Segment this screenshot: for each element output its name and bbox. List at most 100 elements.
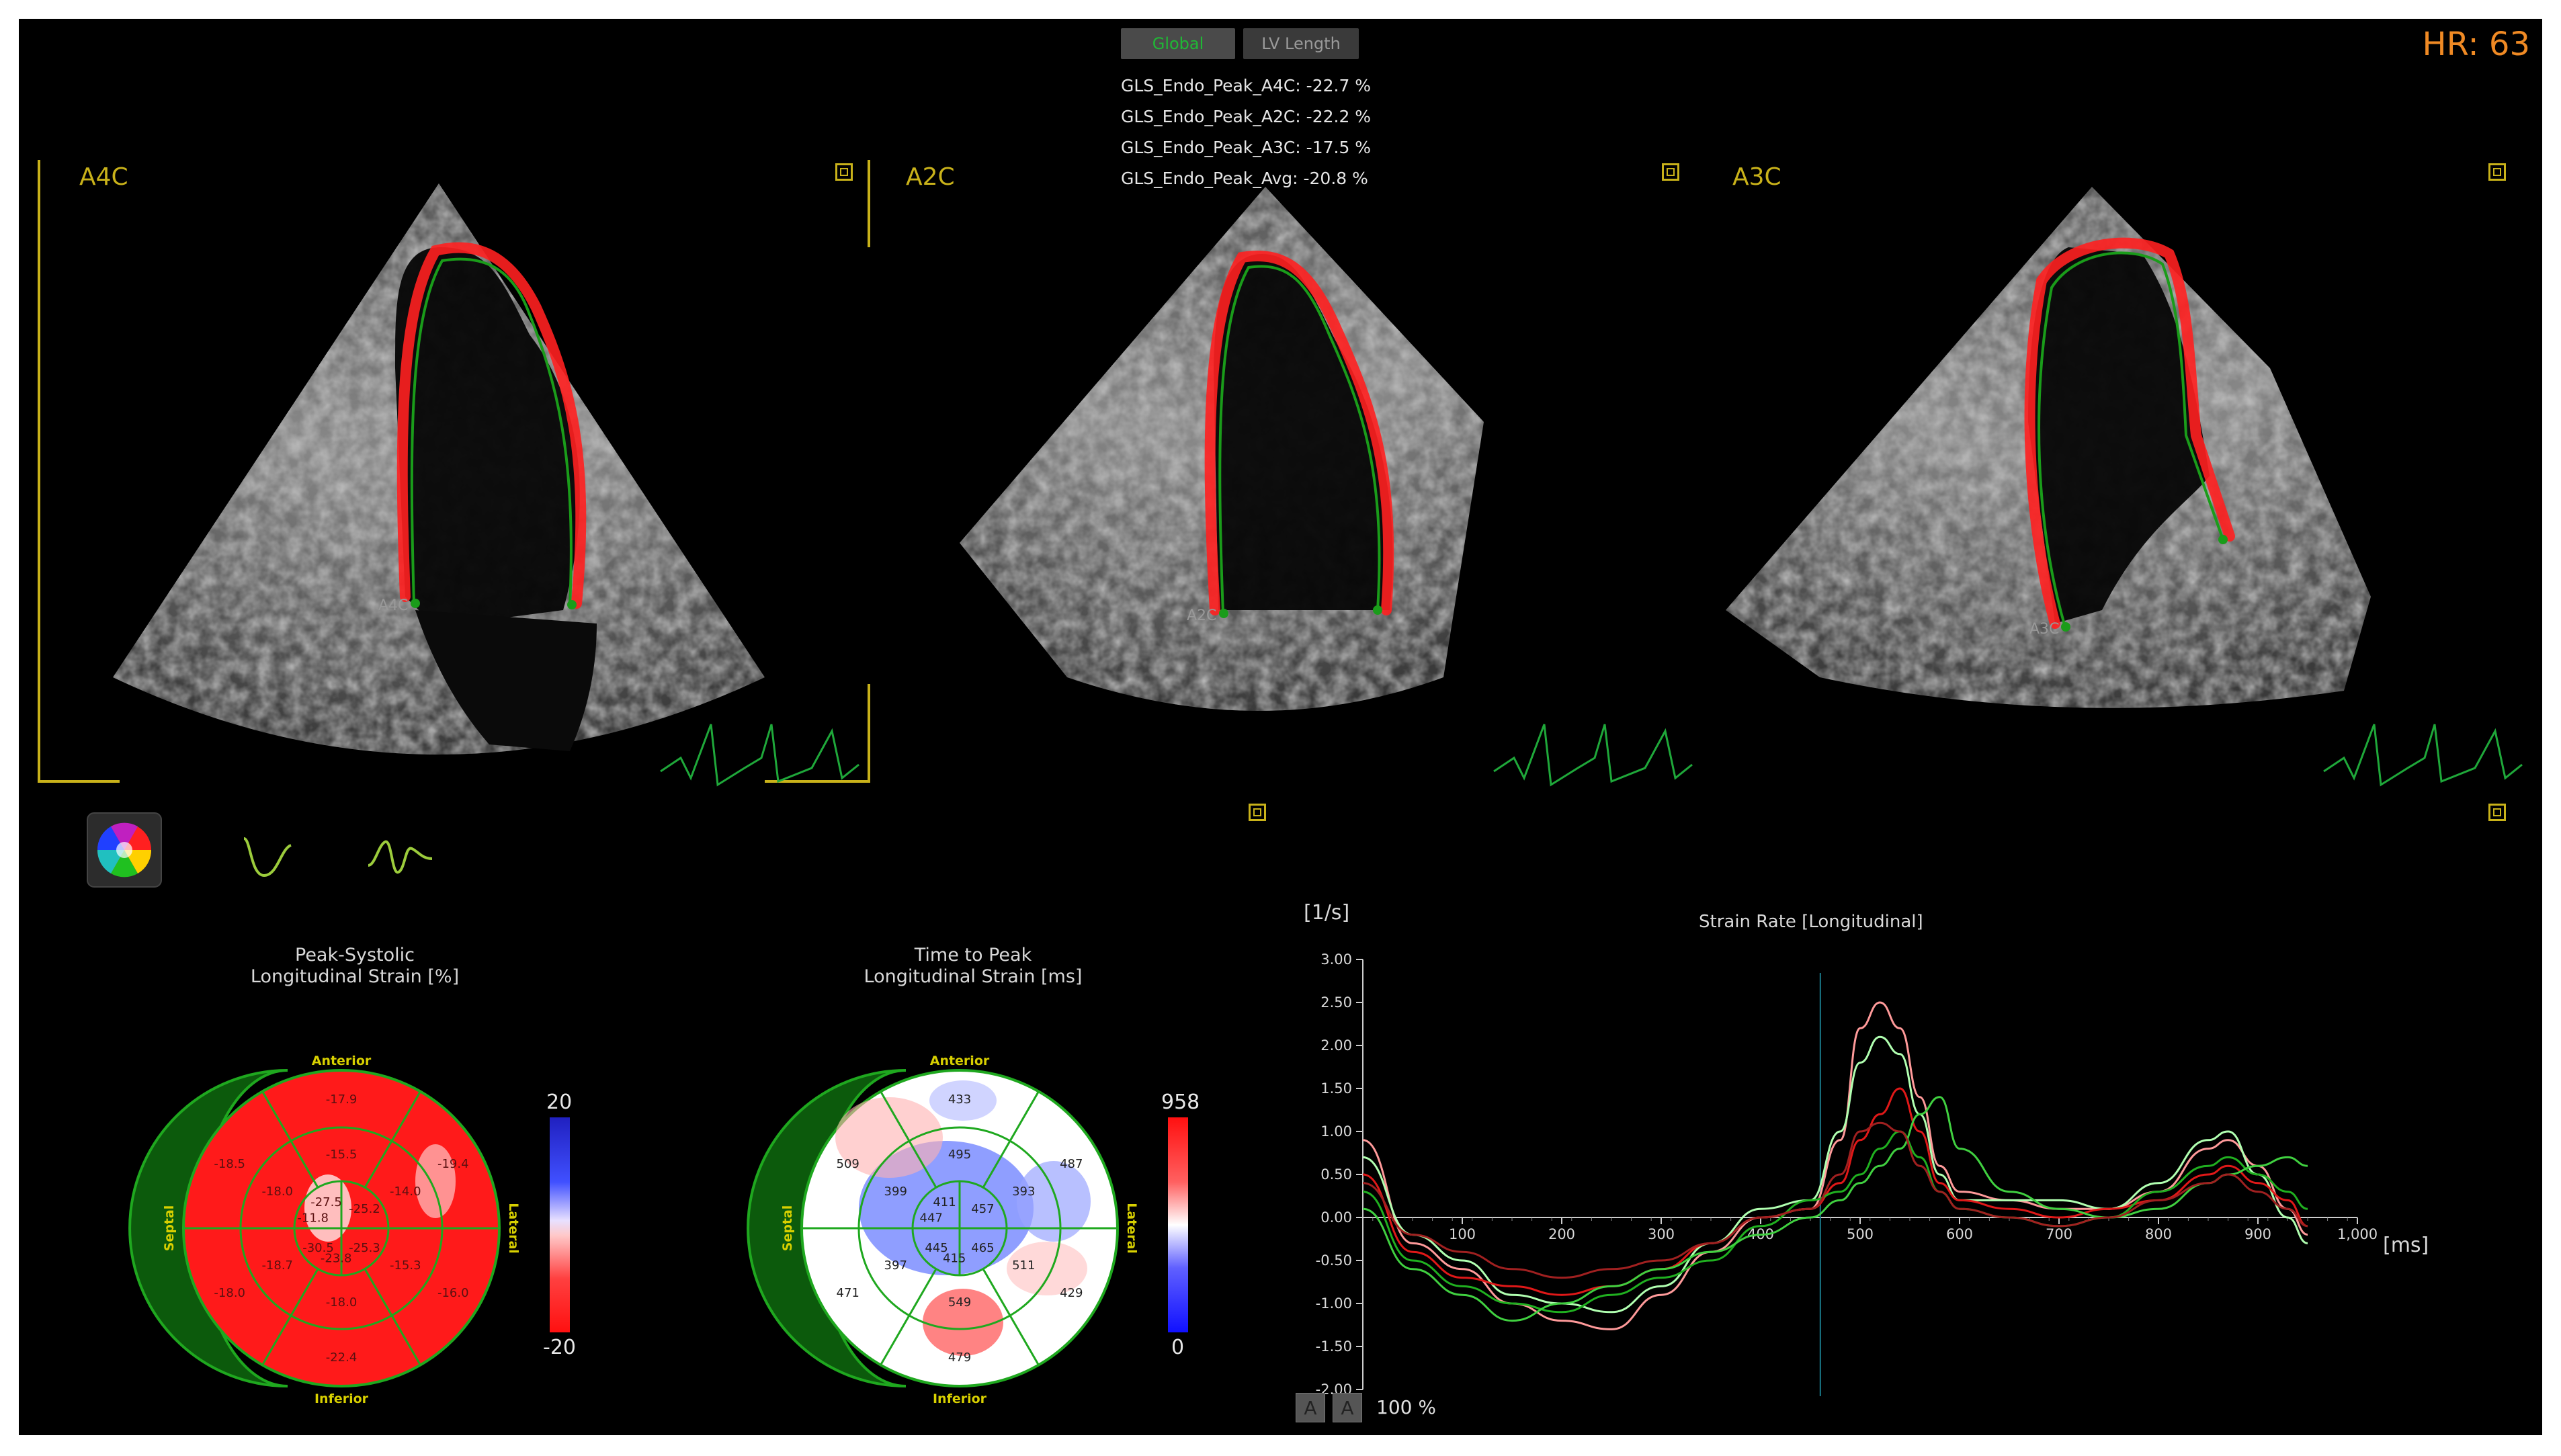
time-bullseye-title-line1: Time to Peak — [914, 945, 1032, 966]
segment-value: -25.2 — [349, 1202, 380, 1216]
segment-value: -27.5 — [310, 1195, 342, 1209]
maximize-a3c-icon[interactable] — [2488, 163, 2506, 181]
segment-value: 445 — [925, 1241, 948, 1255]
y-tick-label: 0.00 — [1320, 1209, 1352, 1226]
y-tick-label: -1.50 — [1316, 1338, 1352, 1355]
a3c-hinge-point — [2218, 535, 2228, 544]
segment-value: -18.7 — [261, 1258, 293, 1273]
a2c-hinge-point — [1219, 609, 1228, 618]
view-label-a4c: A4C — [79, 163, 128, 191]
x-tick-label: 200 — [1548, 1226, 1575, 1242]
strain-rate-series — [1362, 1001, 2308, 1330]
a2c-ecg-trace — [1493, 724, 1693, 787]
y-tick-label: 0.50 — [1320, 1166, 1352, 1183]
strain-rate-series — [1362, 1035, 2308, 1314]
segment-value: 399 — [884, 1185, 907, 1199]
y-tick-label: 2.50 — [1320, 994, 1352, 1011]
a4c-marker: A4C — [378, 597, 408, 614]
segment-value: 447 — [920, 1211, 943, 1226]
x-tick-label: 1,000 — [2337, 1226, 2378, 1242]
a3c-marker: A3C — [2029, 621, 2059, 638]
segment-value: -15.3 — [390, 1258, 421, 1273]
a3c-hinge-point — [2061, 622, 2070, 632]
time-bullseye[interactable]: 433 487 429 479 471 509 495 393 511 549 397 399 411 4… — [745, 1013, 1175, 1435]
strain-bullseye-title: Peak-Systolic Longitudinal Strain [%] — [173, 945, 536, 988]
segment-value: -14.0 — [390, 1185, 421, 1199]
a4c-frame-corner — [765, 684, 870, 783]
a3c-view[interactable]: A3C — [1726, 187, 2523, 787]
y-tick-label: 3.00 — [1320, 951, 1352, 968]
strain-scale-max: 20 — [546, 1090, 573, 1114]
x-tick-label: 600 — [1946, 1226, 1973, 1242]
a4c-frame-corner — [38, 160, 120, 783]
segment-value: -19.4 — [437, 1157, 469, 1171]
time-bullseye-title-line2: Longitudinal Strain [ms] — [864, 966, 1083, 987]
segment-value: -18.0 — [214, 1286, 245, 1300]
strain-rate-curve-icon[interactable] — [368, 841, 433, 873]
strain-scale-min: -20 — [543, 1336, 576, 1359]
strain-bullseye[interactable]: -17.9 -19.4 -16.0 -22.4 -18.0 -18.5 -15.5 -14.0… — [126, 1013, 556, 1435]
a2c-marker: A2C — [1187, 607, 1216, 624]
wall-label-inferior: Inferior — [314, 1391, 369, 1406]
x-tick-label: 700 — [2046, 1226, 2072, 1242]
segment-value: 411 — [933, 1195, 956, 1209]
chart-title: Strain Rate [Longitudinal] — [1699, 912, 1923, 932]
maximize-a2c-icon[interactable] — [1662, 163, 1679, 181]
segment-value: 479 — [948, 1351, 971, 1365]
strain-curve-icon[interactable] — [243, 837, 292, 877]
view-label-a3c: A3C — [1732, 163, 1781, 191]
segment-value: -25.3 — [349, 1241, 380, 1255]
wall-label-anterior: Anterior — [312, 1054, 372, 1068]
color-wheel-icon[interactable] — [87, 812, 162, 888]
x-tick-label: 900 — [2244, 1226, 2271, 1242]
segment-value: 429 — [1060, 1286, 1083, 1300]
segment-value: 465 — [971, 1241, 994, 1255]
wall-label-septal: Septal — [162, 1205, 177, 1252]
a4c-hinge-point — [567, 600, 577, 609]
segment-value: 511 — [1012, 1258, 1035, 1273]
segment-value: 393 — [1012, 1185, 1035, 1199]
segment-value: 549 — [948, 1295, 971, 1310]
maximize-bottom-right-icon[interactable] — [2488, 804, 2506, 821]
a2c-view[interactable]: A2C — [960, 187, 1693, 787]
segment-value: 471 — [837, 1286, 859, 1300]
strain-color-scale — [550, 1117, 570, 1332]
display-mode-toolbar — [87, 812, 433, 888]
segment-value: -16.0 — [437, 1286, 469, 1300]
y-tick-label: 2.00 — [1320, 1037, 1352, 1054]
maximize-a4c-icon[interactable] — [835, 163, 853, 181]
segment-value: -17.9 — [326, 1093, 358, 1107]
strain-rate-chart[interactable]: Strain Rate [Longitudinal] [1/s] [ms] 3.… — [1282, 879, 2532, 1423]
color-patch — [415, 1144, 456, 1218]
segment-value: 433 — [948, 1093, 971, 1107]
strain-bullseye-title-line1: Peak-Systolic — [295, 945, 415, 966]
y-tick-label: -1.00 — [1316, 1295, 1352, 1312]
segment-value: -22.4 — [326, 1351, 358, 1365]
annotate-b-button[interactable]: A — [1333, 1393, 1362, 1422]
chart-xlabel: [ms] — [2383, 1234, 2429, 1257]
a4c-hinge-point — [411, 599, 420, 608]
annotate-a-button[interactable]: A — [1296, 1393, 1325, 1422]
wall-label-inferior: Inferior — [933, 1391, 987, 1406]
time-color-scale — [1168, 1117, 1188, 1332]
wall-label-septal: Septal — [780, 1205, 795, 1252]
strain-rate-series — [1362, 1096, 2308, 1322]
time-scale-min: 0 — [1171, 1336, 1185, 1359]
echo-views: A4C A2C A3C — [38, 160, 2523, 787]
a4c-lv-cavity — [395, 247, 580, 627]
a4c-ecg-trace — [660, 724, 859, 787]
chart-ylabel: [1/s] — [1304, 901, 1349, 925]
segment-value: -15.5 — [326, 1148, 358, 1162]
segment-value: -18.5 — [214, 1157, 245, 1171]
maximize-bottom-left-icon[interactable] — [1249, 804, 1266, 821]
time-scale-max: 958 — [1161, 1090, 1200, 1114]
view-label-a2c: A2C — [906, 163, 955, 191]
a4c-view[interactable]: A4C — [38, 160, 870, 787]
x-tick-label: 300 — [1648, 1226, 1675, 1242]
time-bullseye-title: Time to Peak Longitudinal Strain [ms] — [792, 945, 1154, 988]
zoom-level[interactable]: 100 % — [1376, 1396, 1436, 1418]
segment-value: -18.0 — [326, 1295, 358, 1310]
segment-value: -18.0 — [261, 1185, 293, 1199]
y-tick-label: 1.50 — [1320, 1080, 1352, 1097]
segment-value: -11.8 — [297, 1211, 329, 1226]
